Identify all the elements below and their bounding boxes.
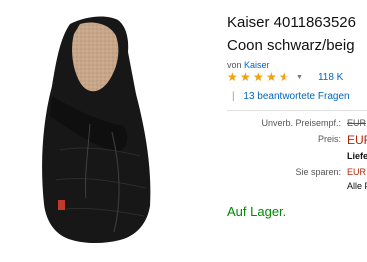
all-prices-note: Alle P xyxy=(347,181,367,191)
rating-row: ★ ★ ★ ★ ★ ★ ★ ★ ★ ★ ▼ 118 K xyxy=(227,70,343,84)
product-title-line-2[interactable]: Coon schwarz/beig xyxy=(227,37,355,55)
star-icon: ★ ★ xyxy=(253,70,264,84)
list-price-label: Unverb. Preisempf.: xyxy=(261,118,341,128)
star-rating[interactable]: ★ ★ ★ ★ ★ ★ ★ ★ ★ ★ xyxy=(227,71,292,83)
savings-label: Sie sparen: xyxy=(295,167,341,177)
star-fill: ★ xyxy=(253,71,264,83)
review-count-link[interactable]: 118 K xyxy=(318,72,343,83)
divider xyxy=(227,110,367,111)
caret-down-icon[interactable]: ▼ xyxy=(296,74,303,81)
star-fill: ★ xyxy=(240,71,251,83)
brand-link[interactable]: Kaiser xyxy=(244,60,270,70)
availability-status: Auf Lager. xyxy=(227,204,287,219)
star-fill: ★ xyxy=(279,71,285,83)
star-icon: ★ ★ xyxy=(266,70,277,84)
star-fill: ★ xyxy=(266,71,277,83)
star-icon: ★ ★ xyxy=(240,70,251,84)
answered-questions-link[interactable]: 13 beantwortete Fragen xyxy=(243,91,349,102)
product-info-panel: Kaiser 4011863526 Coon schwarz/beig von … xyxy=(227,0,367,262)
qa-separator: | xyxy=(232,91,235,102)
star-icon: ★ ★ xyxy=(227,70,238,84)
qa-row: | 13 beantwortete Fragen xyxy=(232,91,350,102)
footmuff-illustration xyxy=(42,16,151,243)
price-label: Preis: xyxy=(317,134,341,144)
by-prefix: von xyxy=(227,60,242,70)
price-value: EUR xyxy=(347,133,367,147)
product-detail-page: Kaiser 4011863526 Coon schwarz/beig von … xyxy=(0,0,367,262)
star-icon: ★ ★ xyxy=(279,70,290,84)
list-price-value: EUR xyxy=(347,118,367,128)
delivery-info[interactable]: Liefer xyxy=(347,151,367,162)
star-fill: ★ xyxy=(227,71,238,83)
savings-value: EUR xyxy=(347,167,367,177)
product-title-line-1[interactable]: Kaiser 4011863526 xyxy=(227,14,356,32)
product-image[interactable] xyxy=(0,0,222,262)
